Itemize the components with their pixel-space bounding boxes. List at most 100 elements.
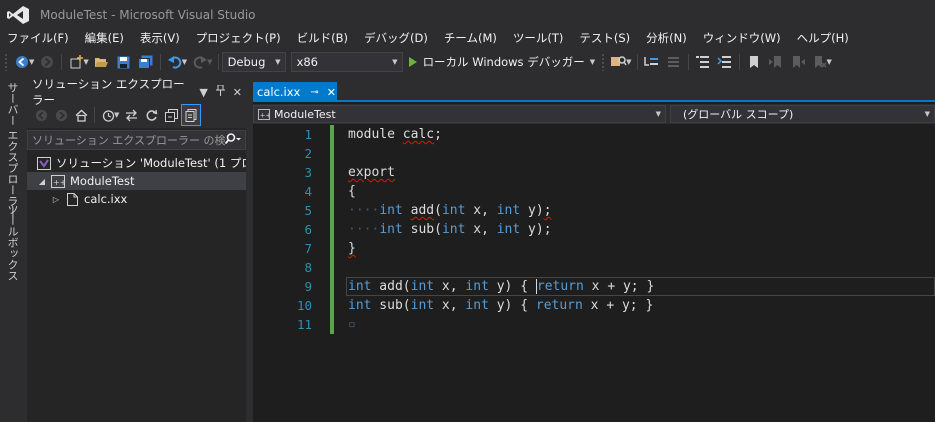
tree-item-file[interactable]: ▷ calc.ixx [27,190,246,208]
line-number: 5 [304,203,312,218]
close-icon[interactable]: ✕ [233,86,242,99]
forward-icon[interactable] [36,51,58,73]
line-number: 1 [304,127,312,142]
tab-label: calc.ixx [257,85,301,99]
menu-view[interactable]: 表示(V) [133,30,189,46]
menu-team[interactable]: チーム(M) [437,30,506,46]
code-lines: module calc; export {····int add(int x, i… [348,125,654,334]
menu-project[interactable]: プロジェクト(P) [189,30,290,46]
comment-out-icon[interactable] [692,51,714,73]
toolbar-grip[interactable] [601,53,606,71]
code-text-region[interactable]: 1 2 3 4 5 6 7 8 9 10 11 module calc; exp… [253,125,935,422]
nav-scope-value: (グローバル スコープ) [683,108,794,121]
solution-icon [37,156,51,170]
toolbar-separator [217,54,219,70]
redo-dropdown-icon[interactable]: ▼ [207,58,212,66]
tree-item-solution[interactable]: ソリューション 'ModuleTest' (1 プロジェクト) [27,154,246,172]
search-placeholder: ソリューション エクスプローラー の検索 (C [32,134,225,147]
toolbar-separator [159,54,161,70]
toolbox-tab[interactable]: ツールボックス [4,204,20,281]
solution-explorer-toolbar: ▼ [27,102,246,128]
document-tab-strip: calc.ixx ⊸ ✕ [253,82,935,102]
configuration-value: Debug [227,55,266,69]
menu-test[interactable]: テスト(S) [572,30,639,46]
chevron-down-icon: ▼ [392,58,398,66]
start-debugging-button[interactable]: ローカル Windows デバッガー [408,54,585,70]
menu-file[interactable]: ファイル(F) [0,30,78,46]
solution-search-input[interactable]: ソリューション エクスプローラー の検索 (C [27,130,246,150]
new-dropdown-icon[interactable]: ▼ [83,58,88,66]
window-position-icon[interactable]: ▼ [199,86,207,99]
platform-select[interactable]: x86 ▼ [290,52,403,72]
search-icon[interactable] [224,132,241,148]
chevron-down-icon: ▼ [655,110,661,118]
collapsed-arrow-icon[interactable]: ▷ [51,195,61,204]
step-over-icon[interactable] [663,51,685,73]
find-dropdown-icon[interactable]: ▼ [626,58,631,66]
global-scope-select[interactable]: (グローバル スコープ) ▼ [670,105,935,123]
line-number: 6 [304,222,312,237]
project-scope-select[interactable]: ++ ModuleTest ▼ [253,105,666,123]
code-line: ····int sub(int x, int y); [348,222,552,237]
code-line: ····int add(int x, int y); [348,203,552,218]
menu-help[interactable]: ヘルプ(H) [790,30,858,46]
toolbar-separator [61,54,63,70]
project-label: ModuleTest [70,174,135,188]
file-label: calc.ixx [84,192,128,206]
solution-label: ソリューション 'ModuleTest' (1 プロジェクト) [56,156,246,170]
window-title: ModuleTest - Microsoft Visual Studio [40,8,256,22]
toolbar-separator [94,107,95,123]
next-bookmark-icon[interactable] [787,51,809,73]
menu-tools[interactable]: ツール(T) [506,30,573,46]
bookmark-icon[interactable] [743,51,765,73]
undo-dropdown-icon[interactable]: ▼ [182,58,187,66]
refresh-icon[interactable] [141,104,161,126]
file-icon [65,192,79,206]
forward-icon[interactable] [51,104,71,126]
side-tab-strip: サーバー エクスプローラー ツールボックス [0,76,24,422]
line-number: 8 [304,260,312,275]
show-all-files-icon[interactable] [181,104,202,126]
expanded-arrow-icon[interactable]: ◢ [37,177,47,186]
run-label: ローカル Windows デバッガー [422,55,585,69]
pin-icon[interactable]: ⊸ [310,87,318,98]
menu-edit[interactable]: 編集(E) [78,30,133,46]
open-folder-icon[interactable] [91,51,113,73]
previous-bookmark-icon[interactable] [765,51,787,73]
uncomment-icon[interactable] [714,51,736,73]
home-icon[interactable] [71,104,91,126]
platform-value: x86 [296,55,319,69]
line-number: 9 [304,279,312,294]
filter-dropdown-icon[interactable]: ▼ [114,111,119,119]
save-all-icon[interactable] [135,51,157,73]
menu-build[interactable]: ビルド(B) [290,30,357,46]
menu-window[interactable]: ウィンドウ(W) [696,30,790,46]
toolbar-separator [636,54,638,70]
standard-toolbar: ▼ ▼ ▼ ▼ Debug ▼ x86 ▼ ローカル Windows デバッガー… [0,48,935,76]
server-explorer-tab[interactable]: サーバー エクスプローラー [4,82,20,218]
menu-debug[interactable]: デバッグ(D) [357,30,437,46]
sync-active-document-icon[interactable] [121,104,141,126]
menu-analyze[interactable]: 分析(N) [639,30,696,46]
save-icon[interactable] [113,51,135,73]
cpp-project-icon: ++ [51,174,65,188]
code-line: int add(int x, int y) { return x + y; } [348,279,655,294]
back-icon[interactable] [31,104,51,126]
line-number: 4 [304,184,312,199]
line-number: 2 [304,146,312,161]
code-line: } [348,241,356,256]
close-icon[interactable]: ✕ [327,86,336,99]
menu-bar: ファイル(F) 編集(E) 表示(V) プロジェクト(P) ビルド(B) デバッ… [0,28,935,48]
configuration-select[interactable]: Debug ▼ [221,52,286,72]
tree-item-project[interactable]: ◢ ++ ModuleTest [27,172,246,190]
collapse-all-icon[interactable] [161,104,181,126]
toolbar-grip[interactable] [4,53,8,71]
tab-calc-ixx[interactable]: calc.ixx ⊸ ✕ [253,82,337,102]
step-into-icon[interactable] [641,51,663,73]
toolbar-overflow-icon[interactable]: ▼ [827,58,832,66]
pin-icon[interactable] [215,84,225,99]
back-dropdown-icon[interactable]: ▼ [29,58,34,66]
code-line: { [348,184,356,199]
run-dropdown-icon[interactable]: ▼ [590,58,595,66]
